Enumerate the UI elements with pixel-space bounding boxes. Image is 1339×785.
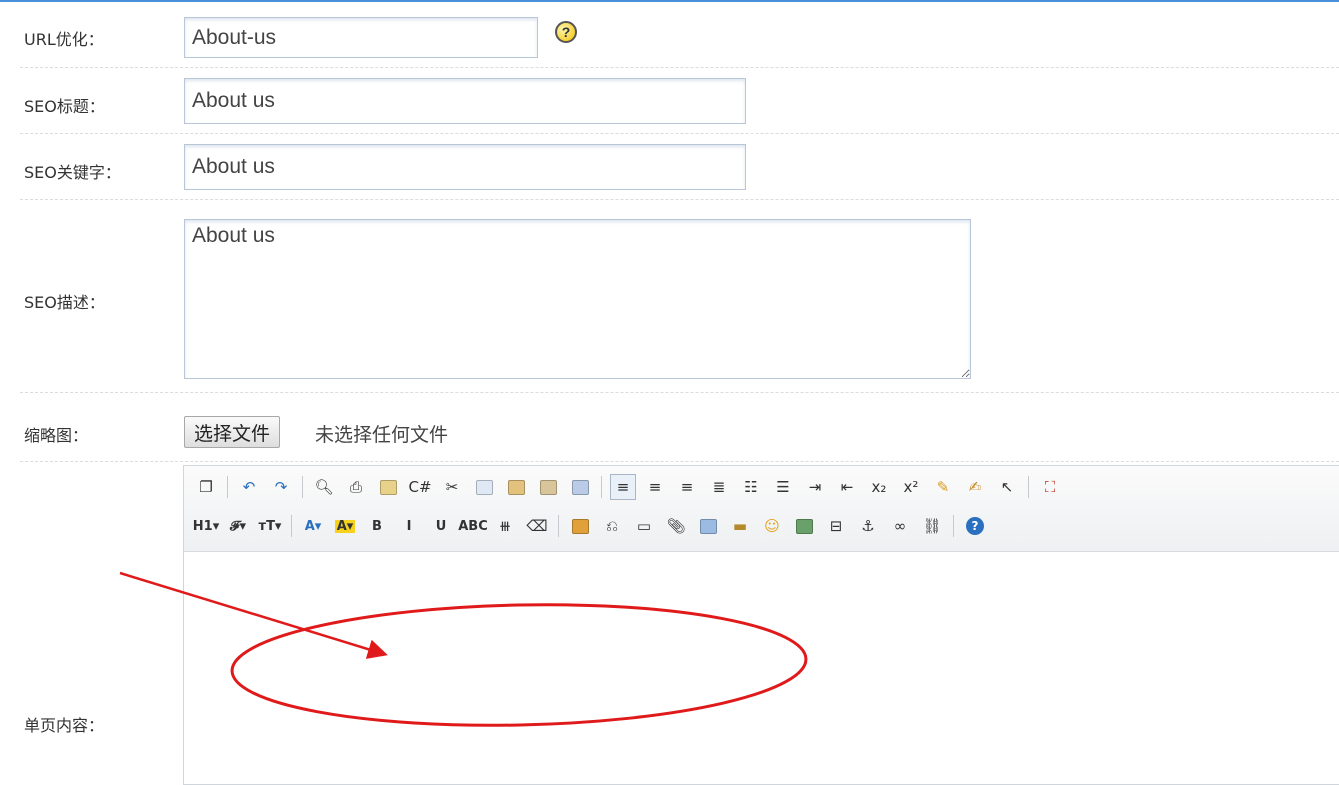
seo-title-input[interactable] — [184, 78, 746, 124]
heading-icon[interactable]: H1▾ — [193, 513, 219, 539]
outdent-icon[interactable]: ⇤ — [834, 474, 860, 500]
unordered-list-icon[interactable]: ☰ — [770, 474, 796, 500]
paste-text-icon[interactable] — [535, 474, 561, 500]
subscript-icon[interactable]: x₂ — [866, 474, 892, 500]
file-status-text: 未选择任何文件 — [315, 424, 449, 446]
row-divider — [20, 199, 1339, 200]
bold-icon[interactable]: B — [364, 513, 390, 539]
content-label: 单页内容： — [24, 716, 105, 735]
indent-icon[interactable]: ⇥ — [802, 474, 828, 500]
choose-file-button[interactable]: 选择文件 — [184, 416, 281, 448]
seo-title-label: SEO标题： — [24, 97, 105, 116]
table-icon[interactable] — [695, 513, 721, 539]
image-icon[interactable] — [567, 513, 593, 539]
align-left-icon[interactable]: ≡ — [610, 474, 636, 500]
row-divider — [20, 461, 1339, 462]
source-icon[interactable]: ❐ — [193, 474, 219, 500]
page-break-icon[interactable]: ⊟ — [823, 513, 849, 539]
unlink-icon[interactable]: ⛓ — [919, 513, 945, 539]
url-label: URL优化： — [24, 30, 104, 49]
cursor-icon[interactable]: ↖ — [994, 474, 1020, 500]
toolbar-separator — [291, 515, 292, 537]
map-icon[interactable] — [791, 513, 817, 539]
seo-keywords-input[interactable] — [184, 144, 746, 190]
clear-format-icon[interactable]: ✎ — [930, 474, 956, 500]
thumbnail-label: 缩略图： — [24, 426, 89, 445]
font-size-icon[interactable]: тT▾ — [257, 513, 283, 539]
horizontal-rule-icon[interactable]: ▬ — [727, 513, 753, 539]
italic-icon[interactable]: I — [396, 513, 422, 539]
redo-icon[interactable]: ↷ — [268, 474, 294, 500]
preview-icon[interactable]: 🔍︎ — [311, 474, 337, 500]
row-divider — [20, 133, 1339, 134]
flash-icon[interactable]: ⎌ — [599, 513, 625, 539]
seo-keywords-label: SEO关键字： — [24, 163, 121, 182]
superscript-icon[interactable]: x² — [898, 474, 924, 500]
copy-icon[interactable] — [471, 474, 497, 500]
print-icon[interactable]: ⎙ — [343, 474, 369, 500]
cut-icon[interactable]: ✂ — [439, 474, 465, 500]
template-icon[interactable] — [375, 474, 401, 500]
row-divider — [20, 67, 1339, 68]
question-mark-icon[interactable]: ? — [555, 21, 577, 43]
media-icon[interactable]: ▭ — [631, 513, 657, 539]
toolbar-separator — [1028, 476, 1029, 498]
justify-icon[interactable]: ≣ — [706, 474, 732, 500]
about-help-icon[interactable]: ? — [962, 513, 988, 539]
toolbar-separator — [302, 476, 303, 498]
line-height-icon[interactable]: ⧻ — [492, 513, 518, 539]
underline-icon[interactable]: U — [428, 513, 454, 539]
editor-content-area[interactable] — [184, 553, 1339, 784]
attachment-icon[interactable]: 📎︎ — [663, 513, 689, 539]
toolbar-separator — [601, 476, 602, 498]
link-icon[interactable]: ∞ — [887, 513, 913, 539]
align-right-icon[interactable]: ≡ — [674, 474, 700, 500]
row-divider — [20, 392, 1339, 393]
undo-icon[interactable]: ↶ — [236, 474, 262, 500]
emoticon-icon[interactable]: ☺ — [759, 513, 785, 539]
code-icon[interactable]: C# — [407, 474, 433, 500]
toolbar-row-2: H1▾ 𝓕▾ тT▾ A▾ A▾ B I U ABC ⧻ ⌫ ⎌ ▭ 📎︎ ▬ ☺ ⊟ ⚓ ∞ ⛓? — [190, 513, 991, 539]
fullscreen-icon[interactable]: ⛶ — [1037, 474, 1063, 500]
seo-description-label: SEO描述： — [24, 293, 105, 312]
rich-text-editor: ❐ ↶ ↷ 🔍︎ ⎙ C# ✂ ≡ ≡ ≡ ≣ ☷ ☰ ⇥ ⇤ x₂ x² ✎ ✍ ↖ ⛶ H1▾ 𝓕▾ тT▾ A▾ A▾ B I… — [183, 465, 1339, 785]
paste-word-icon[interactable] — [567, 474, 593, 500]
toolbar-separator — [558, 515, 559, 537]
paste-icon[interactable] — [503, 474, 529, 500]
toolbar-separator — [953, 515, 954, 537]
select-all-icon[interactable]: ✍ — [962, 474, 988, 500]
strikethrough-icon[interactable]: ABC — [458, 513, 488, 539]
font-color-icon[interactable]: A▾ — [300, 513, 326, 539]
align-center-icon[interactable]: ≡ — [642, 474, 668, 500]
anchor-icon[interactable]: ⚓ — [855, 513, 881, 539]
highlight-color-icon[interactable]: A▾ — [332, 513, 358, 539]
seo-description-textarea[interactable]: About us — [184, 219, 971, 379]
url-input[interactable] — [184, 17, 538, 58]
toolbar-separator — [227, 476, 228, 498]
ordered-list-icon[interactable]: ☷ — [738, 474, 764, 500]
toolbar-row-1: ❐ ↶ ↷ 🔍︎ ⎙ C# ✂ ≡ ≡ ≡ ≣ ☷ ☰ ⇥ ⇤ x₂ x² ✎ ✍ ↖ ⛶ — [190, 474, 1066, 500]
font-family-icon[interactable]: 𝓕▾ — [225, 513, 251, 539]
eraser-icon[interactable]: ⌫ — [524, 513, 550, 539]
editor-toolbar: ❐ ↶ ↷ 🔍︎ ⎙ C# ✂ ≡ ≡ ≡ ≣ ☷ ☰ ⇥ ⇤ x₂ x² ✎ ✍ ↖ ⛶ H1▾ 𝓕▾ тT▾ A▾ A▾ B I… — [184, 466, 1339, 552]
top-border — [0, 0, 1339, 2]
